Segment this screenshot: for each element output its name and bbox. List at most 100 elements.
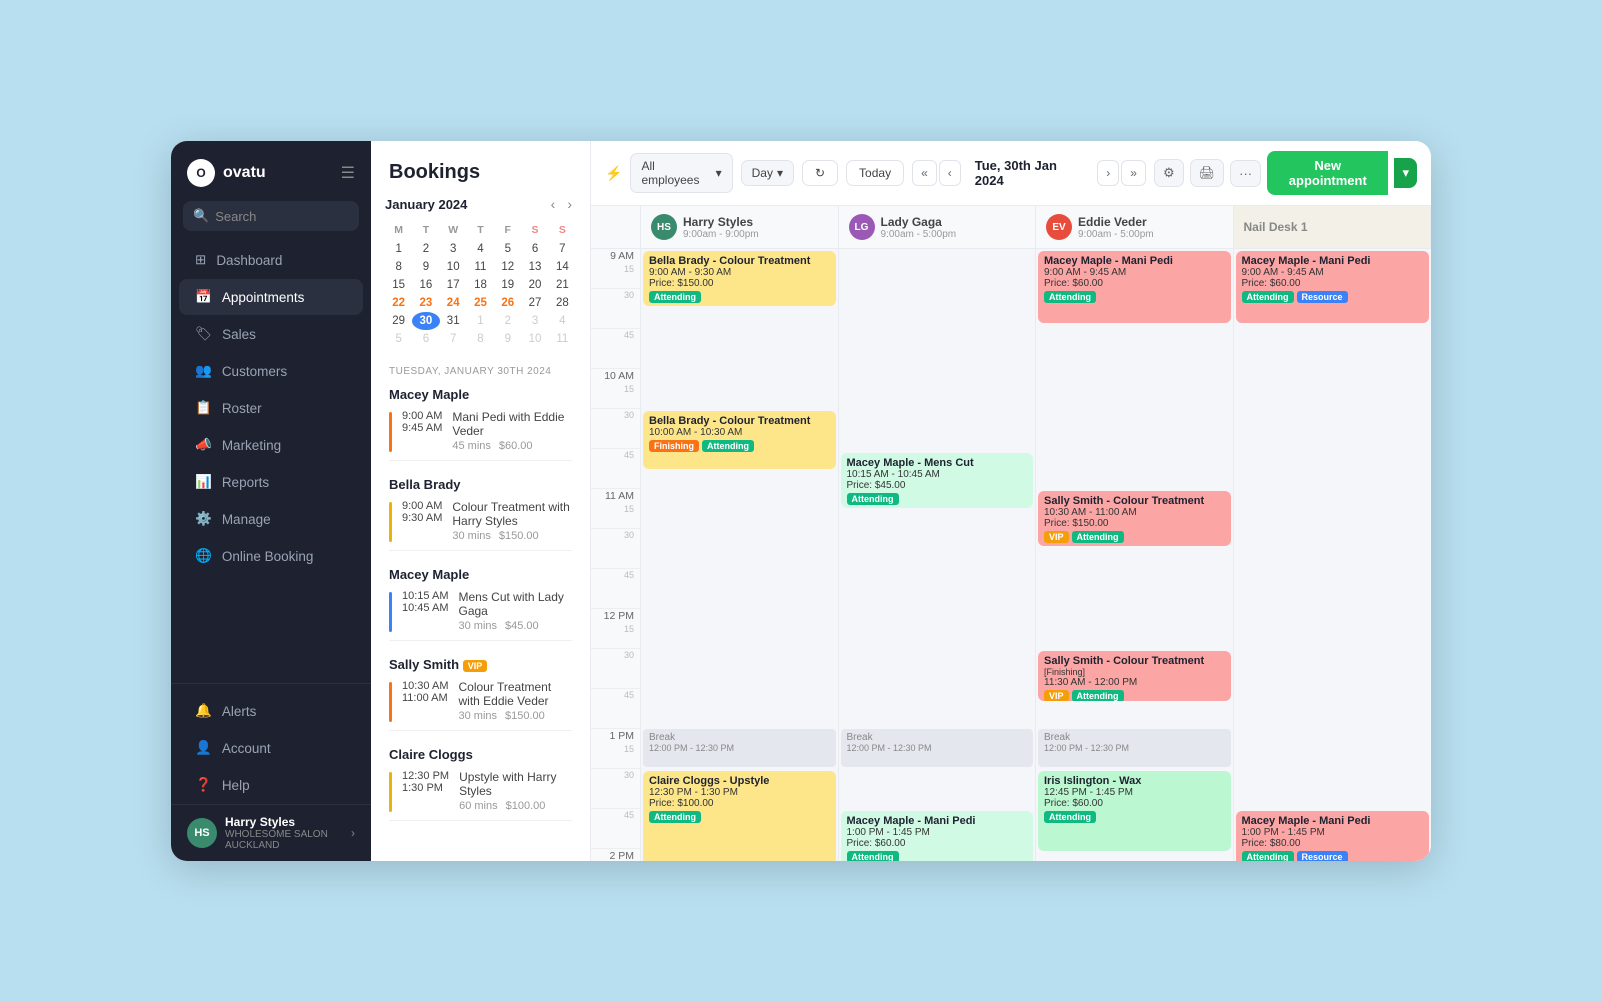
event-macey-manipedi-ev[interactable]: Macey Maple - Mani Pedi 9:00 AM - 9:45 A…: [1038, 251, 1231, 323]
cal-day[interactable]: 2: [494, 312, 521, 330]
cal-day[interactable]: 29: [385, 312, 412, 330]
cal-day[interactable]: 6: [521, 240, 548, 258]
event-claire-upstyle[interactable]: Claire Cloggs - Upstyle 12:30 PM - 1:30 …: [643, 771, 836, 861]
new-appointment-caret[interactable]: ▾: [1394, 158, 1417, 188]
filter-icon[interactable]: ⚡: [605, 165, 622, 182]
cal-day[interactable]: 2: [412, 240, 439, 258]
cal-day[interactable]: 8: [467, 330, 494, 348]
appt-item[interactable]: 10:30 AM 11:00 AM Colour Treatment with …: [389, 680, 572, 731]
sidebar-item-help[interactable]: ❓ Help: [179, 767, 363, 803]
nav-first-button[interactable]: «: [912, 160, 937, 186]
sidebar-item-sales[interactable]: 🏷 Sales: [179, 316, 363, 352]
cal-day[interactable]: 30: [412, 312, 439, 330]
calendar-nav-right: › »: [1097, 160, 1146, 186]
cal-day[interactable]: 19: [494, 276, 521, 294]
event-macey-manipedi-lg[interactable]: Macey Maple - Mani Pedi 1:00 PM - 1:45 P…: [841, 811, 1034, 861]
mini-cal-next-button[interactable]: ›: [563, 194, 576, 214]
cal-day[interactable]: 28: [549, 294, 576, 312]
hamburger-icon[interactable]: ☰: [341, 163, 355, 183]
event-macey-manipedi-nd2[interactable]: Macey Maple - Mani Pedi 1:00 PM - 1:45 P…: [1236, 811, 1430, 861]
search-input[interactable]: [215, 209, 349, 224]
cal-day[interactable]: 9: [494, 330, 521, 348]
cal-day[interactable]: 17: [440, 276, 467, 294]
cal-day[interactable]: 23: [412, 294, 439, 312]
cal-day[interactable]: 26: [494, 294, 521, 312]
cal-day[interactable]: 27: [521, 294, 548, 312]
sidebar-item-label: Account: [222, 741, 271, 756]
cal-day[interactable]: 10: [440, 258, 467, 276]
sidebar-item-alerts[interactable]: 🔔 Alerts: [179, 693, 363, 729]
event-sally-colour1[interactable]: Sally Smith - Colour Treatment 10:30 AM …: [1038, 491, 1231, 546]
new-appointment-button[interactable]: New appointment: [1267, 151, 1388, 195]
cal-day[interactable]: 8: [385, 258, 412, 276]
cal-day[interactable]: 7: [440, 330, 467, 348]
view-select[interactable]: Day ▾: [741, 160, 794, 186]
cal-day[interactable]: 15: [385, 276, 412, 294]
cal-day[interactable]: 11: [549, 330, 576, 348]
cal-day[interactable]: 5: [385, 330, 412, 348]
sidebar-item-marketing[interactable]: 📣 Marketing: [179, 427, 363, 463]
cal-day[interactable]: 20: [521, 276, 548, 294]
cal-day[interactable]: 11: [467, 258, 494, 276]
cal-day[interactable]: 21: [549, 276, 576, 294]
col-lane-nail-desk: Macey Maple - Mani Pedi 9:00 AM - 9:45 A…: [1234, 249, 1432, 861]
avatar: HS: [187, 818, 217, 848]
sidebar-item-reports[interactable]: 📊 Reports: [179, 464, 363, 500]
settings-calendar-button[interactable]: ⚙: [1154, 159, 1184, 187]
cal-day[interactable]: 9: [412, 258, 439, 276]
appt-details: Upstyle with Harry Styles 60 mins $100.0…: [459, 770, 572, 812]
cal-day[interactable]: 3: [521, 312, 548, 330]
nav-last-button[interactable]: »: [1121, 160, 1146, 186]
appt-item[interactable]: 12:30 PM 1:30 PM Upstyle with Harry Styl…: [389, 770, 572, 821]
more-button[interactable]: ···: [1230, 160, 1261, 187]
sidebar-item-appointments[interactable]: 📅 Appointments: [179, 279, 363, 315]
search-box[interactable]: 🔍: [183, 201, 359, 231]
cal-day[interactable]: 12: [494, 258, 521, 276]
tag-attending: Attending: [1044, 811, 1096, 823]
employee-filter-select[interactable]: All employees ▾: [630, 153, 732, 193]
cal-day[interactable]: 4: [467, 240, 494, 258]
event-macey-manipedi-nd1[interactable]: Macey Maple - Mani Pedi 9:00 AM - 9:45 A…: [1236, 251, 1430, 323]
cal-day[interactable]: 22: [385, 294, 412, 312]
mini-cal-prev-button[interactable]: ‹: [547, 194, 560, 214]
cal-day[interactable]: 10: [521, 330, 548, 348]
appt-color-bar: [389, 592, 392, 632]
event-sally-colour2[interactable]: Sally Smith - Colour Treatment [Finishin…: [1038, 651, 1231, 701]
cal-day[interactable]: 3: [440, 240, 467, 258]
cal-day[interactable]: 7: [549, 240, 576, 258]
event-iris-wax[interactable]: Iris Islington - Wax 12:45 PM - 1:45 PM …: [1038, 771, 1231, 851]
cal-day[interactable]: 25: [467, 294, 494, 312]
nav-next-button[interactable]: ›: [1097, 160, 1119, 186]
cal-day[interactable]: 4: [549, 312, 576, 330]
appt-item[interactable]: 9:00 AM 9:30 AM Colour Treatment with Ha…: [389, 500, 572, 551]
time-label-1130: 30: [591, 529, 640, 569]
sidebar-item-roster[interactable]: 📋 Roster: [179, 390, 363, 426]
cal-day[interactable]: 16: [412, 276, 439, 294]
sidebar-item-manage[interactable]: ⚙️ Manage: [179, 501, 363, 537]
cal-day[interactable]: 1: [467, 312, 494, 330]
appt-details: Mani Pedi with Eddie Veder 45 mins $60.0…: [452, 410, 572, 452]
cal-day[interactable]: 31: [440, 312, 467, 330]
avatar-lg: LG: [849, 214, 875, 240]
event-bella-colour2[interactable]: Bella Brady - Colour Treatment 10:00 AM …: [643, 411, 836, 469]
today-button[interactable]: Today: [846, 160, 904, 186]
cal-day[interactable]: 6: [412, 330, 439, 348]
nav-prev-button[interactable]: ‹: [939, 160, 961, 186]
cal-day[interactable]: 18: [467, 276, 494, 294]
print-button[interactable]: 🖨: [1190, 159, 1225, 187]
refresh-button[interactable]: ↻: [802, 160, 838, 186]
cal-day[interactable]: 13: [521, 258, 548, 276]
cal-day[interactable]: 1: [385, 240, 412, 258]
cal-day[interactable]: 24: [440, 294, 467, 312]
sidebar-item-online-booking[interactable]: 🌐 Online Booking: [179, 538, 363, 574]
event-bella-colour1[interactable]: Bella Brady - Colour Treatment 9:00 AM -…: [643, 251, 836, 306]
cal-day[interactable]: 14: [549, 258, 576, 276]
sidebar-item-account[interactable]: 👤 Account: [179, 730, 363, 766]
event-macey-menscut[interactable]: Macey Maple - Mens Cut 10:15 AM - 10:45 …: [841, 453, 1034, 508]
user-row[interactable]: HS Harry Styles WHOLESOME SALONAUCKLAND …: [171, 804, 371, 861]
sidebar-item-customers[interactable]: 👥 Customers: [179, 353, 363, 389]
appt-item[interactable]: 9:00 AM 9:45 AM Mani Pedi with Eddie Ved…: [389, 410, 572, 461]
sidebar-item-dashboard[interactable]: ⊞ Dashboard: [179, 242, 363, 278]
cal-day[interactable]: 5: [494, 240, 521, 258]
appt-item[interactable]: 10:15 AM 10:45 AM Mens Cut with Lady Gag…: [389, 590, 572, 641]
